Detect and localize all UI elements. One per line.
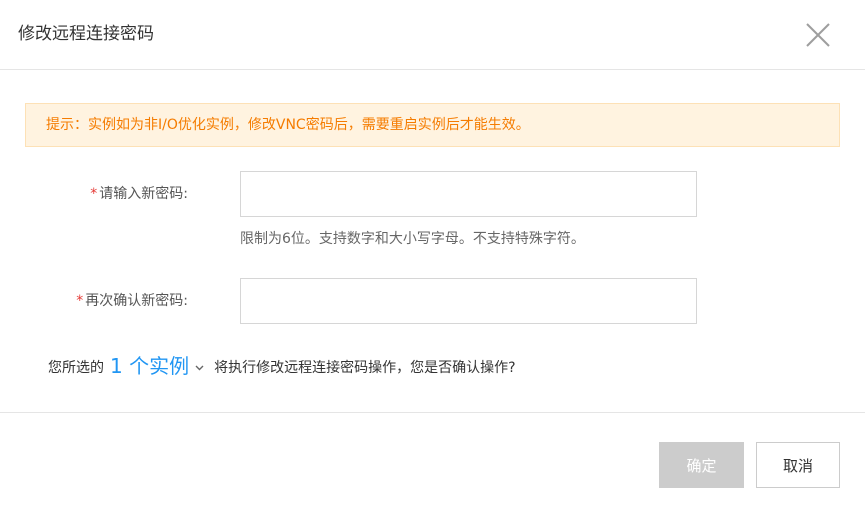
confirm-message: 您所选的 1 个实例 将执行修改远程连接密码操作，您是否确认操作?: [48, 352, 516, 382]
required-mark: *: [90, 186, 98, 202]
instance-count-link[interactable]: 1 个实例: [110, 354, 189, 378]
warning-notice: 提示：实例如为非I/O优化实例，修改VNC密码后，需要重启实例后才能生效。: [25, 103, 840, 147]
required-mark: *: [76, 293, 84, 309]
confirm-password-label-text: 再次确认新密码:: [85, 293, 188, 309]
cancel-button[interactable]: 取消: [756, 442, 840, 488]
new-password-label: * 请输入新密码:: [90, 184, 188, 204]
confirm-prefix: 您所选的: [48, 360, 104, 376]
password-hint: 限制为6位。支持数字和大小写字母。不支持特殊字符。: [240, 231, 585, 247]
change-password-dialog: 修改远程连接密码 提示：实例如为非I/O优化实例，修改VNC密码后，需要重启实例…: [0, 0, 865, 510]
dialog-footer: 确定 取消: [0, 412, 865, 510]
confirm-password-label: * 再次确认新密码:: [76, 291, 188, 311]
new-password-input[interactable]: [240, 171, 697, 217]
confirm-suffix: 将执行修改远程连接密码操作，您是否确认操作?: [214, 360, 516, 376]
close-icon[interactable]: [805, 22, 831, 48]
dialog-header: 修改远程连接密码: [0, 0, 865, 70]
new-password-label-text: 请输入新密码:: [99, 186, 188, 202]
confirm-password-input[interactable]: [240, 278, 697, 324]
dialog-title: 修改远程连接密码: [18, 24, 154, 44]
ok-button[interactable]: 确定: [659, 442, 744, 488]
notice-text: 提示：实例如为非I/O优化实例，修改VNC密码后，需要重启实例后才能生效。: [46, 117, 530, 133]
chevron-down-icon[interactable]: [195, 353, 204, 381]
